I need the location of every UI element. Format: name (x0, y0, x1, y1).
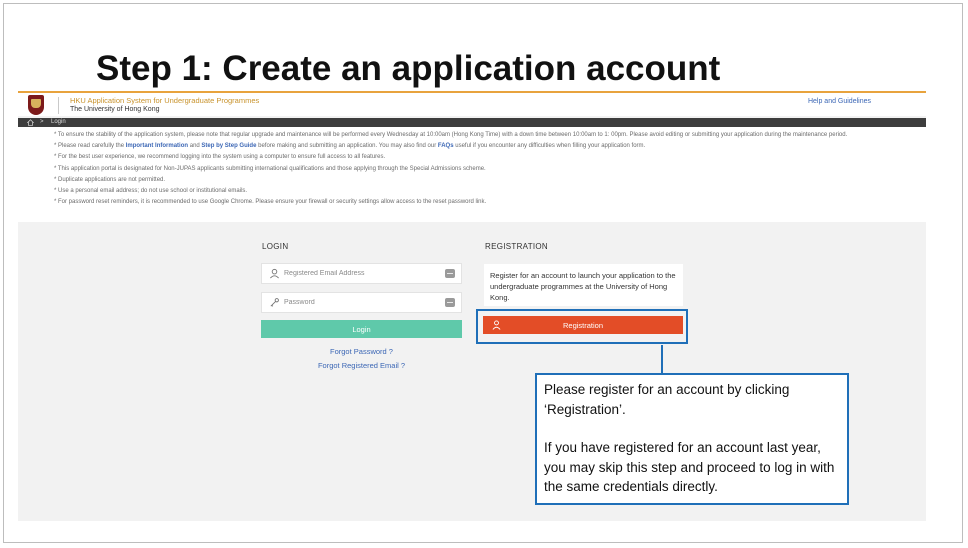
callout-skip-instruction: If you have registered for an account la… (544, 440, 835, 494)
faqs-link[interactable]: FAQs (438, 143, 454, 149)
notice-maintenance: * To ensure the stability of the applica… (54, 132, 848, 138)
slide-title: Step 1: Create an application account (96, 49, 721, 88)
breadcrumb: > Login (18, 118, 926, 127)
notice-email: * Use a personal email address; do not u… (54, 188, 248, 195)
breadcrumb-separator: > (40, 119, 44, 125)
help-link[interactable]: Help and Guidelines (808, 98, 871, 105)
org-name: The University of Hong Kong (70, 106, 160, 113)
registration-highlight (476, 309, 688, 344)
registration-description: Register for an account to launch your a… (490, 271, 676, 302)
notice-duplicate: * Duplicate applications are not permitt… (54, 176, 166, 183)
keyboard-icon[interactable] (445, 269, 455, 278)
email-input[interactable] (284, 267, 434, 280)
callout-register-instruction: Please register for an account by clicki… (544, 382, 790, 417)
email-field[interactable] (261, 263, 462, 284)
app-name[interactable]: HKU Application System for Undergraduate… (70, 96, 259, 105)
breadcrumb-current: Login (51, 119, 66, 125)
notice-text: * Please read carefully the (54, 143, 126, 150)
step-by-step-guide-link[interactable]: Step by Step Guide (201, 143, 256, 149)
callout-connector (661, 345, 663, 373)
instruction-callout: Please register for an account by clicki… (535, 373, 849, 505)
forgot-email-link[interactable]: Forgot Registered Email ? (261, 361, 462, 370)
password-field[interactable] (261, 292, 462, 313)
registration-card: Register for an account to launch your a… (484, 264, 683, 306)
header-divider (58, 97, 59, 114)
app-header: HKU Application System for Undergraduate… (18, 91, 926, 116)
key-icon (270, 298, 279, 307)
forgot-password-link[interactable]: Forgot Password ? (261, 347, 462, 356)
notice-text: and (188, 143, 202, 150)
notice-read-guides: * Please read carefully the Important In… (54, 141, 912, 152)
important-information-link[interactable]: Important Information (126, 143, 188, 149)
notice-portal-scope: * This application portal is designated … (54, 165, 486, 172)
notice-list: * To ensure the stability of the applica… (18, 127, 926, 222)
notice-computer: * For the best user experience, we recom… (54, 154, 386, 161)
login-button[interactable]: Login (261, 320, 462, 338)
notice-text: useful if you encounter any difficulties… (453, 143, 646, 150)
password-input[interactable] (284, 296, 434, 309)
keyboard-icon[interactable] (445, 298, 455, 307)
notice-password-reset: * For password reset reminders, it is re… (54, 199, 487, 206)
hku-crest-icon (28, 95, 44, 115)
user-icon (270, 268, 279, 279)
registration-heading: REGISTRATION (485, 242, 549, 251)
login-heading: LOGIN (262, 242, 289, 251)
home-icon[interactable] (27, 119, 34, 126)
notice-text: before making and submitting an applicat… (256, 143, 438, 150)
